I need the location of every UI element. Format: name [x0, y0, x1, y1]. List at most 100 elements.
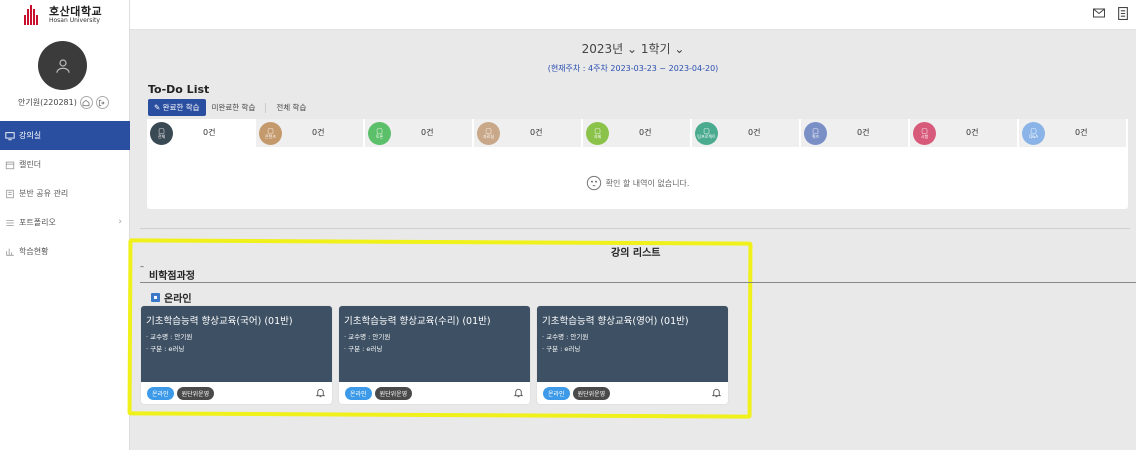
collapse-toggle[interactable]: – [140, 262, 144, 271]
pencil-icon: ✎ [154, 103, 163, 112]
course-card-header[interactable]: 기초학습능력 향상교육(영어) (01반) · 교수명 : 안기원 · 구분 : e… [537, 306, 728, 382]
category-count: 0건 [203, 128, 216, 137]
empty-message: 확인 할 내역이 없습니다. [605, 178, 690, 188]
todo-category-5[interactable]: ▢ 과제 0건 [583, 119, 692, 147]
todo-title: To-Do List [148, 83, 210, 96]
todo-category-9[interactable]: ▢ Q&A 0건 [1019, 119, 1128, 147]
sidebar-item-learning-status[interactable]: 학습현황 [0, 237, 130, 266]
face-icon [586, 175, 601, 191]
category-count: 0건 [639, 128, 652, 137]
monitor-icon [5, 131, 15, 141]
course-card-footer: 온라인 원단위운영 [537, 382, 728, 404]
sidebar-item-classroom[interactable]: 강의실 [0, 121, 130, 150]
category-count: 0건 [966, 128, 979, 137]
calendar-icon [5, 160, 15, 170]
category-label: 팀프로젝트 [697, 133, 716, 139]
term-selector[interactable]: 2023년 ⌄ 1학기 ⌄ [130, 40, 1136, 57]
chart-icon [5, 247, 15, 257]
online-category: ▪ 온라인 [151, 290, 192, 305]
todo-category-6[interactable]: ▢ 팀프로젝트 0건 [692, 119, 801, 147]
university-logo[interactable]: 호산대학교 Hosan University [24, 5, 102, 25]
category-icon: ▢ 토론 [368, 121, 391, 145]
user-name: 안기원(220281) [18, 98, 77, 107]
course-title: 기초학습능력 향상교육(영어) (01반) [542, 316, 689, 327]
course-card-header[interactable]: 기초학습능력 향상교육(수리) (01반) · 교수명 : 안기원 · 구분 : e… [339, 306, 530, 382]
course-type: · 구분 : e러닝 [542, 345, 581, 353]
tab-incomplete[interactable]: 미완료한 학습 [206, 99, 262, 116]
todo-category-1[interactable]: ▢ 전체 0건 [147, 119, 256, 147]
avatar [38, 41, 87, 90]
todo-category-2[interactable]: ▢ 콘텐츠 0건 [256, 119, 365, 147]
course-professor: · 교수명 : 안기원 [146, 333, 193, 341]
category-icon: ▢ 과제 [586, 121, 609, 145]
logo-korean-name: 호산대학교 [49, 5, 103, 18]
online-badge: 온라인 [345, 386, 372, 400]
category-count: 0건 [421, 128, 434, 137]
todo-tabs: ✎ 완료한 학습 미완료한 학습 전체 학습 [148, 99, 312, 116]
course-cards: 기초학습능력 향상교육(국어) (01반) · 교수명 : 안기원 · 구분 : e… [141, 306, 728, 404]
todo-panel: ▢ 전체 0건 ▢ 콘텐츠 0건 ▢ 토론 0건 ▢ 자료실 0건 ▢ 과제 0건 ▢ 팀프로젝트 0건 ▢ 퀴즈 0건… [147, 119, 1128, 209]
sidebar-item-calendar[interactable]: 캘린더 [0, 150, 130, 179]
bell-icon[interactable] [315, 387, 326, 398]
bell-icon[interactable] [513, 387, 524, 398]
category-icon: ▢ 콘텐츠 [259, 121, 282, 145]
category-count: 0건 [857, 128, 870, 137]
course-card[interactable]: 기초학습능력 향상교육(영어) (01반) · 교수명 : 안기원 · 구분 : e… [537, 306, 728, 404]
user-icon [55, 58, 70, 73]
course-title: 기초학습능력 향상교육(수리) (01반) [344, 316, 491, 327]
sidebar-item-label: 강의실 [19, 131, 42, 140]
tab-label: 완료한 학습 [162, 103, 200, 112]
unit-badge: 원단위운영 [176, 386, 215, 400]
course-card[interactable]: 기초학습능력 향상교육(수리) (01반) · 교수명 : 안기원 · 구분 : e… [339, 306, 530, 404]
todo-category-4[interactable]: ▢ 자료실 0건 [474, 119, 583, 147]
tab-completed[interactable]: ✎ 완료한 학습 [148, 99, 206, 116]
todo-category-row: ▢ 전체 0건 ▢ 콘텐츠 0건 ▢ 토론 0건 ▢ 자료실 0건 ▢ 과제 0건 ▢ 팀프로젝트 0건 ▢ 퀴즈 0건… [147, 119, 1128, 147]
bell-icon[interactable] [711, 387, 722, 398]
todo-category-3[interactable]: ▢ 토론 0건 [365, 119, 474, 147]
category-count: 0건 [530, 128, 543, 137]
sidebar-menu: 강의실 캘린더 분반 공유 관리 포트폴리오 › 학습현황 [0, 121, 130, 266]
category-icon: ▢ 시험 [913, 121, 936, 145]
category-label: 자료실 [482, 133, 495, 139]
course-card[interactable]: 기초학습능력 향상교육(국어) (01반) · 교수명 : 안기원 · 구분 : e… [141, 306, 332, 404]
todo-category-7[interactable]: ▢ 퀴즈 0건 [801, 119, 910, 147]
notes-icon[interactable] [1116, 6, 1130, 20]
home-button[interactable] [79, 96, 93, 109]
todo-category-8[interactable]: ▢ 시험 0건 [910, 119, 1019, 147]
online-marker-icon: ▪ [151, 293, 160, 302]
section-title: 비학점과정 [149, 271, 195, 282]
category-label: 토론 [375, 133, 384, 139]
unit-badge: 원단위운영 [374, 386, 413, 400]
category-icon: ▢ 퀴즈 [804, 121, 827, 145]
tab-separator [265, 102, 267, 113]
course-professor: · 교수명 : 안기원 [542, 333, 589, 341]
course-type: · 구분 : e러닝 [344, 345, 383, 353]
online-badge: 온라인 [543, 386, 570, 400]
divider [140, 228, 1130, 229]
course-card-footer: 온라인 원단위운영 [141, 382, 332, 404]
top-bar [130, 0, 1136, 30]
course-list-label: 강의 리스트 [611, 248, 661, 259]
category-icon: ▢ Q&A [1022, 121, 1045, 145]
course-card-header[interactable]: 기초학습능력 향상교육(국어) (01반) · 교수명 : 안기원 · 구분 : e… [141, 306, 332, 382]
category-icon: ▢ 자료실 [477, 121, 500, 145]
logout-icon [99, 99, 105, 106]
online-badge: 온라인 [147, 386, 174, 400]
sidebar-item-label: 포트폴리오 [19, 218, 56, 227]
online-label: 온라인 [164, 294, 192, 305]
logo-mark-icon [24, 5, 43, 25]
category-label: 퀴즈 [811, 133, 820, 139]
sidebar-item-portfolio[interactable]: 포트폴리오 › [0, 208, 130, 237]
logout-button[interactable] [95, 96, 109, 109]
mail-icon[interactable] [1092, 6, 1106, 20]
tab-all[interactable]: 전체 학습 [270, 99, 312, 116]
sidebar-item-label: 캘린더 [19, 160, 42, 169]
empty-state: 확인 할 내역이 없습니다. [147, 175, 1128, 191]
category-label: Q&A [1028, 133, 1038, 139]
sidebar-item-label: 분반 공유 관리 [19, 189, 69, 198]
home-icon [82, 99, 90, 106]
category-icon: ▢ 팀프로젝트 [695, 121, 718, 145]
chevron-right-icon: › [118, 217, 122, 227]
portfolio-icon [5, 218, 15, 228]
sidebar-item-section-share[interactable]: 분반 공유 관리 [0, 179, 130, 208]
